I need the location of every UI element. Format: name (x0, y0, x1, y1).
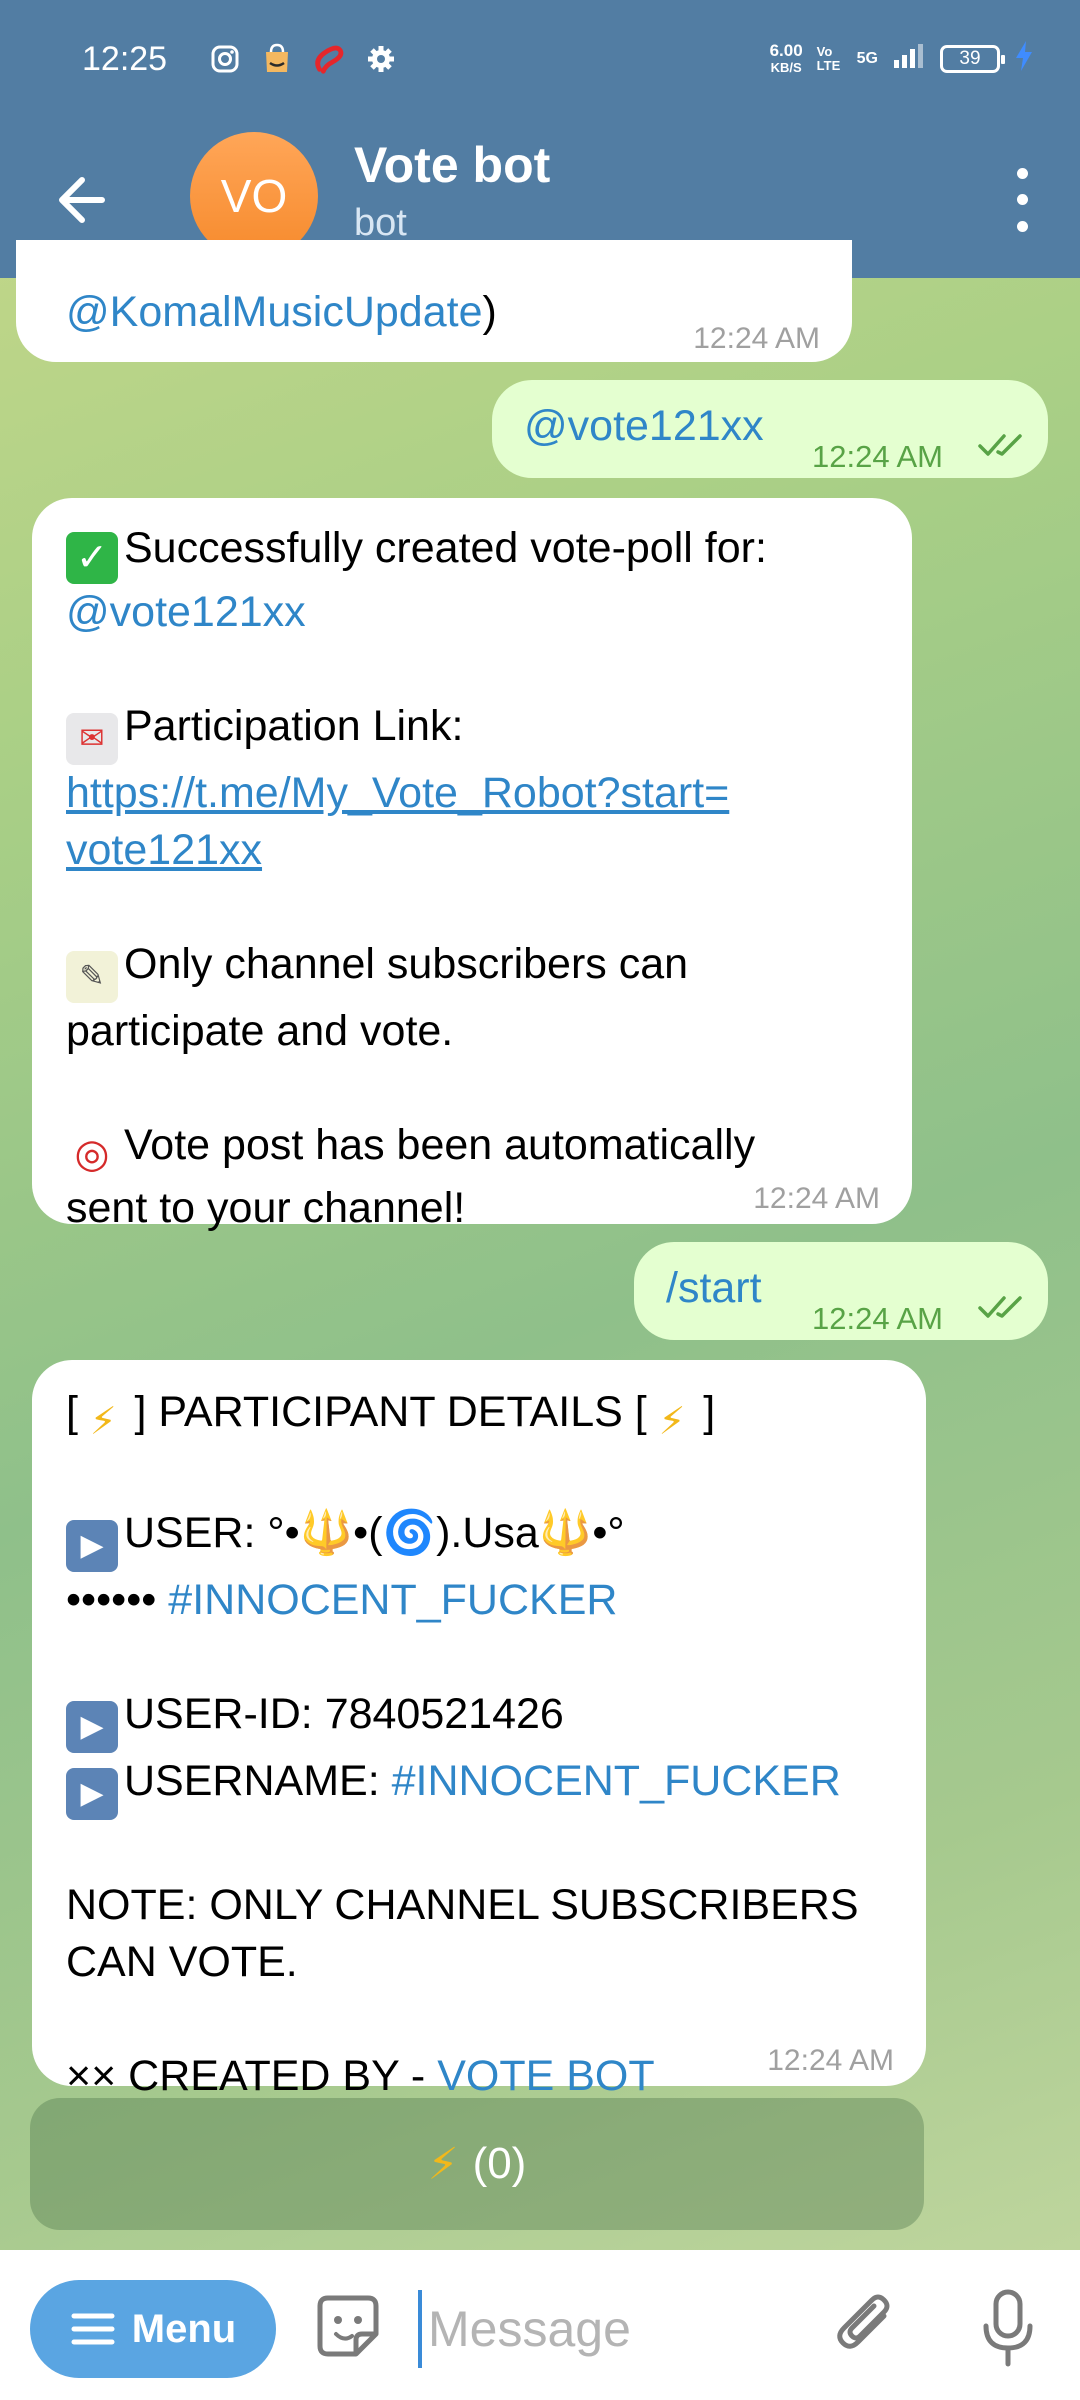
mic-icon[interactable] (978, 2286, 1038, 2370)
message-incoming[interactable]: @KomalMusicUpdate) 12:24 AM (16, 240, 852, 362)
more-vert-icon[interactable] (994, 160, 1050, 240)
emoji-sticker-icon[interactable] (310, 2288, 386, 2364)
status-time: 12:25 (82, 40, 168, 78)
settings-icon (364, 42, 398, 76)
message-incoming[interactable]: ✓ Successfully created vote-poll for: @vo… (32, 498, 912, 1232)
hashtag-link[interactable]: #INNOCENT_FUCKER (168, 1576, 617, 1624)
inline-vote-button[interactable]: ⚡ (0) (30, 2098, 924, 2230)
envelope-icon: ✉ (66, 713, 118, 765)
read-receipt-icon (978, 1296, 1022, 1318)
lightning-icon: ⚡ (89, 1401, 117, 1443)
instagram-icon (208, 42, 242, 76)
system-indicators: 6.00 KB/S Vo LTE 5G 39 (770, 40, 1034, 77)
message-time: 12:24 AM (753, 1182, 880, 1215)
battery-icon: 39 (940, 44, 1005, 73)
menu-icon (71, 2313, 115, 2345)
hashtag-link[interactable]: #INNOCENT_FUCKER (392, 1757, 841, 1805)
message-time: 12:24 AM (693, 322, 820, 355)
message-input[interactable] (418, 2290, 810, 2368)
amazon-icon (260, 42, 294, 76)
chat-title[interactable]: Vote bot (354, 136, 550, 194)
play-icon: ▶ (66, 1768, 118, 1820)
mention-link[interactable]: @KomalMusicUpdate (66, 288, 482, 336)
lightning-icon: ⚡ (427, 2139, 459, 2189)
menu-button[interactable]: Menu (30, 2280, 276, 2378)
notification-icons (208, 42, 398, 76)
lightning-icon: ⚡ (658, 1401, 686, 1443)
message-input-bar: Menu (0, 2250, 1080, 2400)
created-by-link[interactable]: VOTE BOT (437, 2052, 654, 2100)
participation-link[interactable]: https://t.me/My_Vote_Robot?start= (66, 765, 906, 822)
memo-icon: ✎ (66, 951, 118, 1003)
message-time: 12:24 AM (812, 1301, 943, 1336)
status-bar: 12:25 6.00 KB/S Vo LTE 5G 39 (0, 0, 1080, 124)
message-time: 12:24 AM (767, 2044, 894, 2077)
message-outgoing[interactable]: /start 12:24 AM (634, 1242, 1048, 1340)
check-mark-icon: ✓ (66, 532, 118, 584)
target-icon: ◎ (66, 1128, 118, 1180)
message-incoming[interactable]: [ ⚡ ] PARTICIPANT DETAILS [ ⚡ ] ▶ USER: °… (32, 1360, 926, 2100)
signal-icon (892, 42, 926, 75)
play-icon: ▶ (66, 1701, 118, 1753)
read-receipt-icon (978, 434, 1022, 456)
airtel-icon (312, 42, 346, 76)
mention-link[interactable]: @vote121xx (66, 584, 906, 641)
play-icon: ▶ (66, 1520, 118, 1572)
charging-icon (1014, 40, 1034, 77)
paperclip-icon[interactable] (830, 2286, 900, 2366)
participation-link-cont[interactable]: vote121xx (66, 822, 906, 879)
volte-indicator: Vo LTE (816, 43, 841, 73)
net-speed: 6.00 KB/S (769, 40, 803, 75)
message-text: /start (666, 1264, 762, 1312)
network-type: 5G (856, 49, 878, 67)
message-outgoing[interactable]: @vote121xx 12:24 AM (492, 380, 1048, 478)
message-text: @vote121xx (524, 402, 764, 450)
message-time: 12:24 AM (812, 439, 943, 474)
